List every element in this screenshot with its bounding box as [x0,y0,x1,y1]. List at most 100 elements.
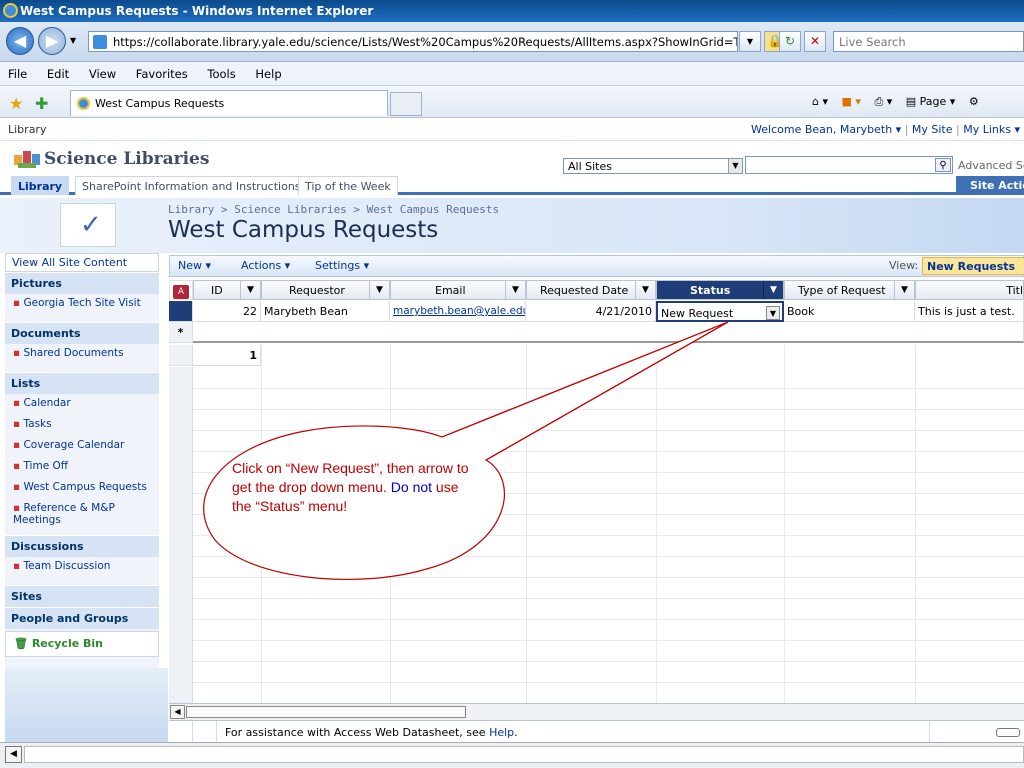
menu-help[interactable]: Help [255,67,281,81]
column-header-status[interactable]: Status ▼ [656,280,784,300]
chevron-down-icon[interactable]: ▼ [763,281,783,299]
url-field[interactable]: https://collaborate.library.yale.edu/sci… [88,31,738,52]
recycle-bin-label: Recycle Bin [31,637,104,650]
ql-heading-people-groups[interactable]: People and Groups [5,607,159,629]
gridline [193,577,1024,578]
back-icon[interactable]: ◀ [6,27,34,55]
stop-icon[interactable]: ✕ [804,31,826,52]
gridline [193,430,1024,431]
ql-heading-sites[interactable]: Sites [5,585,159,607]
menu-file[interactable]: File [8,67,27,81]
breadcrumb[interactable]: Library > Science Libraries > West Campu… [168,203,499,216]
scroll-track[interactable] [24,746,1024,763]
column-header-title[interactable]: Titl [915,280,1024,300]
chevron-down-icon[interactable]: ▼ [894,281,914,299]
site-breadcrumb-root[interactable]: Library [8,123,46,136]
access-datasheet-icon[interactable]: A [169,280,193,300]
favorites-star-icon[interactable]: ★ [9,94,23,113]
status-spacer [169,721,193,743]
ql-item-shared-documents[interactable]: Shared Documents [5,344,159,372]
column-header-requestor[interactable]: Requestor ▼ [261,280,390,300]
column-header-type[interactable]: Type of Request ▼ [784,280,915,300]
page-horizontal-scrollbar[interactable]: ◀ [0,742,1024,768]
tab-library[interactable]: Library [11,176,70,195]
column-header-id[interactable]: ID ▼ [193,280,261,300]
chevron-down-icon[interactable]: ▼ [635,281,655,299]
recycle-bin-link[interactable]: 🗑 Recycle Bin [5,631,159,657]
feeds-icon[interactable]: ■ ▾ [842,95,861,108]
url-dropdown-icon[interactable]: ▼ [739,31,761,52]
ql-item-time-off[interactable]: Time Off [5,457,159,478]
chevron-down-icon[interactable]: ▼ [766,306,780,320]
new-tab-button[interactable] [390,92,422,116]
tools-gear-icon[interactable]: ⚙ [969,95,979,108]
cell-type[interactable]: Book [784,301,915,322]
ql-item-team-discussion[interactable]: Team Discussion [5,557,159,585]
add-favorite-icon[interactable]: ✚ [35,94,48,113]
search-scope-select[interactable]: All Sites ▼ [563,158,743,174]
ql-item-tasks[interactable]: Tasks [5,415,159,436]
cell-status-dropdown[interactable]: New Request ▼ [656,301,784,322]
advanced-search-link[interactable]: Advanced Se [958,159,1024,172]
gridline-vertical [261,345,262,703]
search-icon[interactable]: ⚲ [935,158,951,172]
ql-item-georgia-tech[interactable]: Georgia Tech Site Visit [5,294,159,322]
menu-edit[interactable]: Edit [47,67,69,81]
tab-tip-of-week[interactable]: Tip of the Week [298,176,398,195]
ql-heading-documents[interactable]: Documents [5,322,159,344]
chevron-down-icon[interactable]: ▼ [240,281,260,299]
scroll-left-icon[interactable]: ◀ [5,746,22,763]
ql-item-calendar[interactable]: Calendar [5,394,159,415]
browser-tab[interactable]: West Campus Requests [70,90,388,116]
row-selector[interactable] [169,301,193,322]
ql-heading-pictures[interactable]: Pictures [5,272,159,294]
menu-view[interactable]: View [89,67,116,81]
new-row-marker[interactable]: * [169,322,193,343]
totals-count: 1 [193,345,261,366]
view-selector[interactable]: New Requests [922,257,1024,275]
cell-email-link[interactable]: marybeth.bean@yale.edu [390,301,526,322]
scroll-left-icon[interactable]: ◀ [170,705,185,719]
print-icon[interactable]: ⎙ ▾ [874,95,892,108]
gridline [193,640,1024,641]
cell-title[interactable]: This is just a test. [915,301,1024,322]
column-header-requested-date[interactable]: Requested Date ▼ [526,280,656,300]
cell-id[interactable]: 22 [193,301,261,322]
scrollbar-thumb[interactable] [186,706,466,718]
menu-tools[interactable]: Tools [207,67,235,81]
my-links-menu[interactable]: My Links ▾ [963,123,1020,136]
ql-item-coverage-calendar[interactable]: Coverage Calendar [5,436,159,457]
status-spacer [193,721,217,743]
my-site-link[interactable]: My Site [912,123,953,136]
site-search-input[interactable]: ⚲ [745,156,953,174]
forward-icon[interactable]: ▶ [38,27,66,55]
column-header-email[interactable]: Email ▼ [390,280,526,300]
horizontal-scrollbar[interactable]: ◀ [169,703,1024,720]
settings-menu[interactable]: Settings ▾ [315,259,369,272]
chevron-down-icon[interactable]: ▼ [505,281,525,299]
actions-menu[interactable]: Actions ▾ [241,259,290,272]
help-link[interactable]: Help [489,726,514,739]
recycle-bin-icon: 🗑 [14,637,28,650]
menu-favorites[interactable]: Favorites [136,67,188,81]
history-dropdown-icon[interactable]: ▼ [70,36,76,45]
site-title[interactable]: Science Libraries [44,149,209,169]
ql-heading-discussions[interactable]: Discussions [5,535,159,557]
home-icon[interactable]: ⌂ ▾ [812,95,828,108]
page-menu[interactable]: ▤ Page ▾ [906,95,956,108]
new-menu[interactable]: New ▾ [178,259,211,272]
ql-heading-lists[interactable]: Lists [5,372,159,394]
view-all-site-content-link[interactable]: View All Site Content [5,253,159,272]
ql-item-reference-meetings[interactable]: Reference & M&P Meetings [5,499,155,535]
live-search-input[interactable]: Live Search [833,31,1024,52]
welcome-menu[interactable]: Welcome Bean, Marybeth ▾ [751,123,901,136]
tab-sharepoint-info[interactable]: SharePoint Information and Instructions [75,176,308,195]
ql-item-west-campus-requests[interactable]: West Campus Requests [5,478,159,499]
task-pane-toggle[interactable] [996,728,1020,737]
cell-requested-date[interactable]: 4/21/2010 [526,301,656,322]
site-actions-menu[interactable]: Site Actio [956,176,1024,195]
new-row[interactable] [193,322,1024,343]
refresh-icon[interactable]: ↻ [779,31,801,52]
cell-requestor[interactable]: Marybeth Bean [261,301,390,322]
chevron-down-icon[interactable]: ▼ [369,281,389,299]
